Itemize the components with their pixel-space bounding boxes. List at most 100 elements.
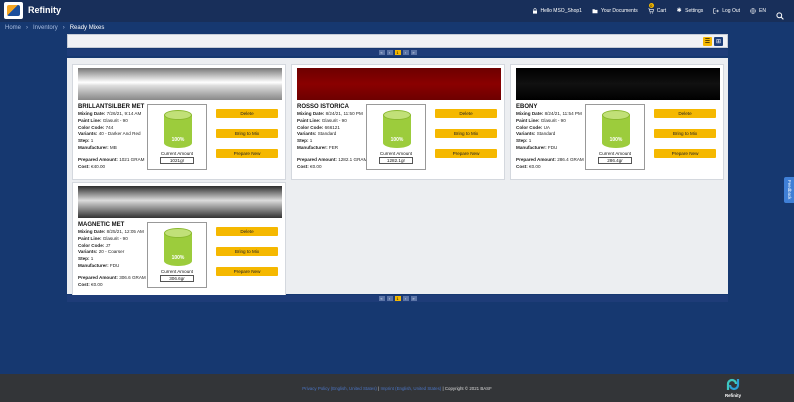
manufacturer-label: Manufacturer: — [516, 144, 547, 150]
prepared-amount-value: 306.6 GRAM — [119, 274, 146, 280]
breadcrumb-inventory[interactable]: Inventory — [33, 25, 58, 31]
breadcrumb: Home › Inventory › Ready Mixes — [5, 23, 104, 33]
variants-value: 20 - Coarser — [98, 249, 125, 255]
fill-percent: 100% — [390, 137, 404, 143]
mix-name[interactable]: EBONY — [516, 104, 537, 110]
paint-line-value: Glasurit - 90 — [540, 117, 566, 123]
prepare-new-button[interactable]: Prepare New — [216, 267, 278, 276]
pager-first-button[interactable]: « — [378, 50, 385, 55]
breadcrumb-home[interactable]: Home — [5, 25, 21, 31]
prepared-amount-value: 1282.1 GRAM — [338, 156, 368, 162]
mix-details: Mixing Date: 8/24/21, 11:54 PM Paint Lin… — [516, 111, 596, 170]
app-brand[interactable]: Refinity — [28, 5, 61, 15]
language-label: EN — [759, 8, 766, 14]
pager-last-button[interactable]: » — [410, 296, 417, 301]
color-code-label: Color Code: — [78, 242, 105, 248]
fill-percent: 100% — [609, 137, 623, 143]
amount-gauge: 100% Current Amount 1021gr — [147, 104, 207, 170]
step-label: Step: — [516, 138, 528, 144]
settings-label: Settings — [685, 8, 704, 14]
pager-last-button[interactable]: » — [410, 50, 417, 55]
manufacturer-value: FER — [328, 144, 339, 150]
mix-name[interactable]: ROSSO ISTORICA — [297, 104, 349, 110]
bring-to-mix-button[interactable]: Bring to Mix — [216, 129, 278, 138]
mix-name[interactable]: BRILLANTSILBER MET — [78, 104, 144, 110]
mix-card: EBONY Mixing Date: 8/24/21, 11:54 PM Pai… — [510, 64, 724, 180]
paint-line-value: Glasurit - 90 — [102, 117, 128, 123]
footer-logo: Refinity — [719, 378, 747, 400]
color-code-label: Color Code: — [297, 124, 324, 130]
fill-percent: 100% — [171, 137, 185, 143]
prepare-new-button[interactable]: Prepare New — [435, 149, 497, 158]
bring-to-mix-button[interactable]: Bring to Mix — [216, 247, 278, 256]
pager-next-button[interactable]: › — [402, 50, 409, 55]
pager-prev-button[interactable]: ‹ — [386, 296, 393, 301]
mix-details: Mixing Date: 7/26/21, 9:14 AM Paint Line… — [78, 111, 158, 170]
logout-link[interactable]: Log Out — [713, 8, 740, 14]
mix-details: Mixing Date: 8/24/21, 11:50 PM Paint Lin… — [297, 111, 377, 170]
pager-page-button[interactable]: 1 — [394, 296, 401, 301]
bring-to-mix-button[interactable]: Bring to Mix — [654, 129, 716, 138]
manufacturer-label: Manufacturer: — [297, 144, 328, 150]
variants-label: Variants: — [78, 131, 98, 137]
pager-page-button[interactable]: 1 — [394, 50, 401, 55]
mixing-date-value: 7/26/21, 9:14 AM — [106, 111, 142, 116]
list-view-icon[interactable]: ☰ — [703, 37, 712, 46]
variants-label: Variants: — [516, 131, 536, 137]
step-value: 1 — [90, 256, 94, 262]
paint-line-value: Glasurit - 90 — [102, 235, 128, 241]
prepare-new-button[interactable]: Prepare New — [216, 149, 278, 158]
user-menu[interactable]: Hello MSO_Shop1 — [532, 8, 582, 14]
search-icon[interactable] — [776, 7, 784, 20]
settings-link[interactable]: ✱ Settings — [676, 8, 704, 14]
chevron-right-icon: › — [26, 25, 29, 31]
delete-button[interactable]: Delete — [654, 109, 716, 118]
step-label: Step: — [78, 256, 90, 262]
cost-value: €40.00 — [91, 163, 106, 169]
cylinder-icon: 100% — [383, 110, 411, 148]
color-swatch — [78, 68, 282, 100]
copyright-text: Copyright © 2021 BASF — [444, 386, 492, 391]
feedback-tab[interactable]: Feedback — [784, 177, 794, 203]
cart-link[interactable]: 0 Cart — [648, 3, 666, 14]
language-selector[interactable]: EN — [750, 8, 766, 14]
amount-gauge: 100% Current Amount 286.4gr — [585, 104, 645, 170]
footer-logo-text: Refinity — [724, 393, 742, 398]
mixing-date-label: Mixing Date: — [78, 111, 106, 116]
mix-card: MAGNETIC MET Mixing Date: 8/25/21, 12:05… — [72, 182, 286, 298]
pager-next-button[interactable]: › — [402, 296, 409, 301]
pagination-top: « ‹ 1 › » — [67, 49, 728, 56]
cost-label: Cost: — [78, 163, 90, 169]
delete-button[interactable]: Delete — [435, 109, 497, 118]
paint-line-label: Paint Line: — [297, 117, 321, 123]
mixing-date-value: 8/24/21, 11:50 PM — [325, 111, 363, 116]
breadcrumb-current: Ready Mixes — [69, 25, 105, 31]
imprint-link[interactable]: Imprint (English, United States) — [380, 386, 441, 391]
paint-line-label: Paint Line: — [78, 117, 102, 123]
pager-prev-button[interactable]: ‹ — [386, 50, 393, 55]
privacy-policy-link[interactable]: Privacy Policy (English, United States) — [302, 386, 377, 391]
step-value: 1 — [528, 138, 532, 144]
delete-button[interactable]: Delete — [216, 109, 278, 118]
variants-value: Standard — [317, 131, 337, 137]
pager-first-button[interactable]: « — [378, 296, 385, 301]
delete-button[interactable]: Delete — [216, 227, 278, 236]
logout-label: Log Out — [722, 8, 741, 14]
bring-to-mix-button[interactable]: Bring to Mix — [435, 129, 497, 138]
app-logo[interactable] — [4, 2, 23, 19]
prepared-amount-label: Prepared Amount: — [78, 274, 118, 280]
logo-mark-icon — [7, 5, 20, 16]
prepare-new-button[interactable]: Prepare New — [654, 149, 716, 158]
mix-name[interactable]: MAGNETIC MET — [78, 222, 124, 228]
color-code-value: 744 — [105, 124, 114, 130]
cost-label: Cost: — [78, 281, 90, 287]
cost-label: Cost: — [516, 163, 528, 169]
color-code-value: 666121 — [324, 124, 340, 130]
manufacturer-value: MB — [109, 144, 117, 150]
mixing-date-label: Mixing Date: — [297, 111, 325, 116]
current-amount-label: Current Amount — [598, 151, 632, 156]
mix-grid: BRILLANTSILBER MET Mixing Date: 7/26/21,… — [67, 58, 728, 298]
prepared-amount-label: Prepared Amount: — [78, 156, 118, 162]
grid-view-icon[interactable]: ⊞ — [714, 37, 723, 46]
documents-link[interactable]: Your Documents — [592, 8, 638, 14]
